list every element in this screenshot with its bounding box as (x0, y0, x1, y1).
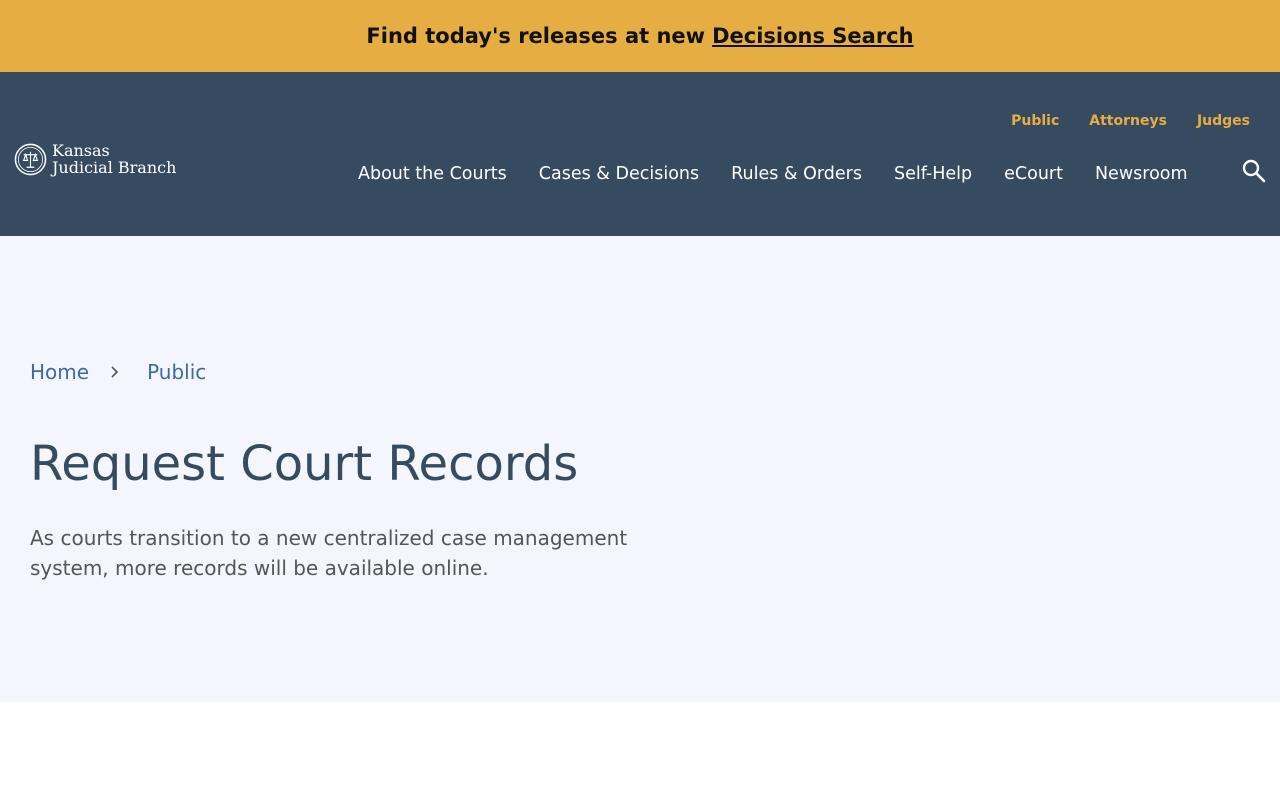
page-intro: As courts transition to a new centralize… (30, 526, 628, 580)
page-hero: Home Public Request Court Records As cou… (0, 236, 1280, 702)
court-seal-icon (14, 143, 47, 175)
chevron-right-icon (111, 366, 119, 378)
alert-banner: Find today's releases at new Decisions S… (0, 0, 1280, 72)
search-icon (1242, 159, 1266, 183)
breadcrumb-public[interactable]: Public (147, 360, 206, 384)
alert-text: Find today's releases at new (366, 24, 706, 48)
page-title: Request Court Records (30, 436, 579, 492)
nav-cases-decisions[interactable]: Cases & Decisions (539, 164, 699, 184)
utility-nav: Public Attorneys Judges (1011, 113, 1250, 129)
nav-newsroom[interactable]: Newsroom (1095, 164, 1188, 184)
nav-ecourt[interactable]: eCourt (1004, 164, 1063, 184)
utility-nav-judges[interactable]: Judges (1197, 113, 1250, 129)
breadcrumb: Home Public (30, 360, 206, 384)
logo-line-1: Kansas (52, 141, 110, 160)
nav-self-help[interactable]: Self-Help (894, 164, 972, 184)
breadcrumb-home[interactable]: Home (30, 360, 89, 384)
site-header: Kansas Judicial Branch Public Attorneys … (0, 72, 1280, 236)
decisions-search-link[interactable]: Decisions Search (712, 24, 914, 48)
utility-nav-attorneys[interactable]: Attorneys (1089, 113, 1167, 129)
nav-rules-orders[interactable]: Rules & Orders (731, 164, 862, 184)
main-nav: About the Courts Cases & Decisions Rules… (358, 164, 1188, 184)
logo-text: Kansas Judicial Branch (52, 142, 176, 176)
logo-line-2: Judicial Branch (52, 158, 177, 177)
site-logo[interactable]: Kansas Judicial Branch (14, 142, 176, 176)
utility-nav-public[interactable]: Public (1011, 113, 1059, 129)
search-button[interactable] (1241, 158, 1267, 184)
nav-about-the-courts[interactable]: About the Courts (358, 164, 507, 184)
